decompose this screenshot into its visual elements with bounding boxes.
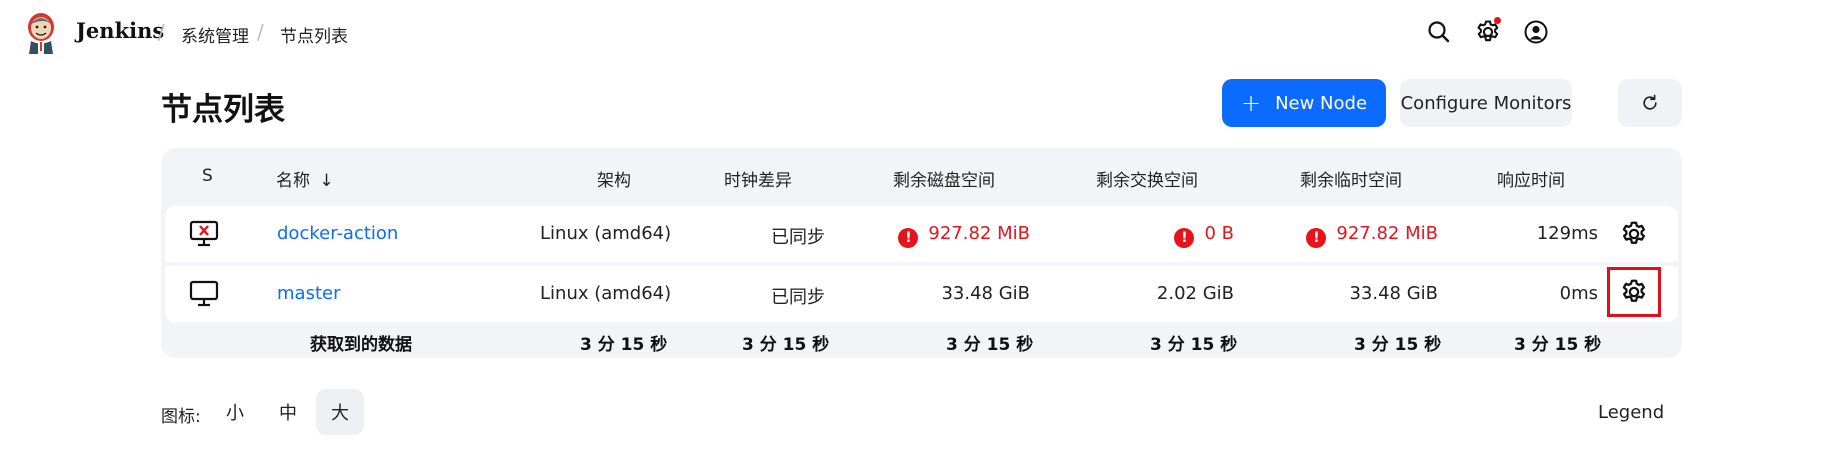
cell-temp-value: 927.82 MiB [1336,223,1438,244]
new-node-label: New Node [1275,92,1368,114]
icon-size-label: 图标: [161,407,201,427]
cell-swap: ! 0 B [1130,223,1234,248]
warning-icon: ! [1174,228,1195,248]
manage-jenkins-button[interactable] [1474,17,1502,46]
user-icon[interactable] [1522,18,1550,46]
breadcrumb-separator: / [257,20,264,44]
footer-value: 3 分 15 秒 [580,335,668,355]
page-title: 节点列表 [161,92,285,128]
footer-value: 3 分 15 秒 [946,335,1034,355]
brand-name[interactable]: Jenkins [76,18,164,43]
node-settings-gear-icon[interactable] [1619,219,1649,249]
header-clock[interactable]: 时钟差异 [724,166,792,191]
breadcrumb-separator: / [158,20,165,44]
warning-icon: ! [1306,228,1327,248]
header-status[interactable]: S [202,166,213,186]
cell-swap: 2.02 GiB [1156,283,1234,304]
footer-value: 3 分 15 秒 [1354,335,1442,355]
notification-dot [1494,17,1501,24]
node-link-master[interactable]: master [277,283,340,304]
sort-down-icon: ↓ [319,171,334,191]
footer-value: 3 分 15 秒 [1150,335,1238,355]
cell-clock: 已同步 [771,227,825,248]
cell-clock: 已同步 [771,287,825,308]
header-arch[interactable]: 架构 [597,166,631,191]
footer-label: 获取到的数据 [310,335,412,355]
breadcrumb-manage[interactable]: 系统管理 [181,22,249,47]
cell-response: 129ms [1536,223,1598,244]
node-link-docker-action[interactable]: docker-action [277,223,398,244]
cell-disk: 33.48 GiB [941,283,1030,304]
footer-value: 3 分 15 秒 [1514,335,1602,355]
cell-response: 0ms [1559,283,1598,304]
search-icon[interactable] [1425,18,1453,46]
icon-size-large-button[interactable]: 大 [316,389,364,435]
computer-offline-icon [189,220,219,247]
computer-icon [189,280,219,307]
cell-disk: ! 927.82 MiB [880,223,1030,248]
new-node-button[interactable]: + New Node [1222,79,1386,127]
header-temp[interactable]: 剩余临时空间 [1300,166,1402,191]
plus-icon: + [1240,89,1262,117]
cell-temp: ! 927.82 MiB [1280,223,1438,248]
top-bar: Jenkins / 系统管理 / 节点列表 [0,0,1830,64]
jenkins-logo-icon[interactable] [22,10,60,56]
warning-icon: ! [898,228,919,248]
cell-arch: Linux (amd64) [540,223,672,244]
node-settings-gear-icon[interactable] [1619,277,1649,307]
header-name[interactable]: 名称 ↓ [276,166,334,191]
configure-monitors-label: Configure Monitors [1400,92,1572,114]
header-disk[interactable]: 剩余磁盘空间 [893,166,995,191]
cell-arch: Linux (amd64) [540,283,672,304]
cell-swap-value: 0 B [1204,223,1234,244]
header-name-label: 名称 [276,171,310,191]
configure-monitors-button[interactable]: Configure Monitors [1400,79,1572,127]
header-response[interactable]: 响应时间 [1497,166,1565,191]
cell-temp: 33.48 GiB [1349,283,1438,304]
icon-size-small-button[interactable]: 小 [211,389,259,435]
cell-disk-value: 927.82 MiB [928,223,1030,244]
legend-link[interactable]: Legend [1598,402,1664,423]
footer-value: 3 分 15 秒 [742,335,830,355]
breadcrumb-nodes[interactable]: 节点列表 [280,22,348,47]
header-swap[interactable]: 剩余交换空间 [1096,166,1198,191]
icon-size-medium-button[interactable]: 中 [264,389,312,435]
refresh-button[interactable] [1618,79,1682,127]
refresh-icon [1643,94,1657,110]
